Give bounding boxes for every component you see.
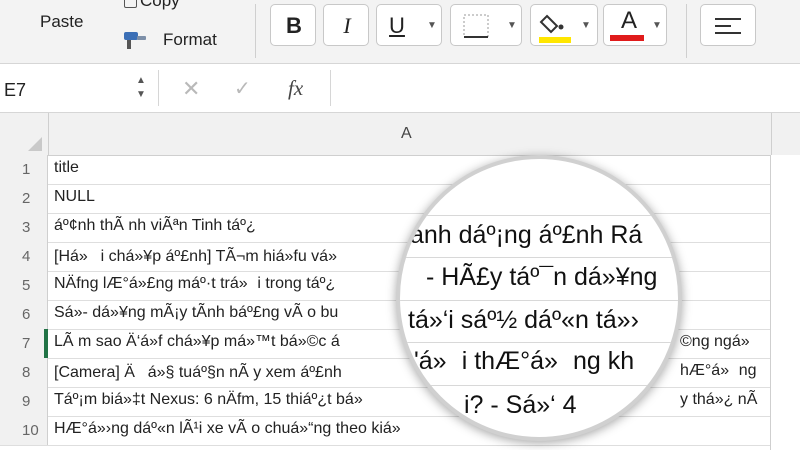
row-header[interactable]: 6 [0, 300, 48, 329]
row-number: 9 [22, 393, 31, 410]
selected-row-indicator [44, 329, 48, 358]
fill-color-swatch [539, 37, 571, 43]
cell-value[interactable]: LÃ m sao Ä‘á»f chá»¥p má»™t bá»©c á [54, 333, 340, 351]
align-left-icon [715, 18, 741, 34]
align-left-button[interactable] [700, 4, 756, 46]
magnified-gridline [400, 215, 678, 216]
row-number: 3 [22, 219, 31, 236]
cell-value[interactable]: áº¢nh thÃ nh viÃªn Tinh táº¿ [54, 217, 256, 235]
magnified-text: ảnh dáº¡ng áº£nh Rá [410, 221, 643, 249]
confirm-icon[interactable]: ✓ [234, 76, 251, 101]
magnifier-overlay: ảnh dáº¡ng áº£nh Rá - HÃ£y táº¯n dá»¥ng … [396, 155, 682, 441]
borders-icon [463, 14, 489, 38]
table-row[interactable]: 9 Táº¡m biá»‡t Nexus: 6 nÄfm, 15 thiáº¿t… [0, 387, 770, 417]
cell-value[interactable]: [Há»i chá»¥p áº£nh] TÃ¬m hiá»fu vá» [54, 246, 350, 267]
magnified-text: tá»‘i sáº½ dáº«n tá»› [408, 306, 639, 334]
formula-controls: ✕ ✓ fx [160, 70, 331, 106]
table-row[interactable]: 2 NULL [0, 184, 770, 214]
row-header[interactable]: 4 [0, 242, 48, 271]
cancel-icon[interactable]: ✕ [182, 76, 200, 102]
ribbon-divider [255, 4, 256, 58]
magnified-text: 'á»i thÆ°á»ng kh [414, 347, 635, 375]
underline-label: U [389, 13, 405, 38]
formula-bar: E7 ▲ ▼ ✕ ✓ fx [0, 64, 800, 113]
cell-value[interactable]: NÄfng lÆ°á»£ng máº·t trá»i trong táº¿ [54, 275, 335, 293]
cell-value[interactable]: title [54, 159, 79, 177]
underline-button[interactable]: U ▼ [376, 4, 442, 46]
row-number: 6 [22, 306, 31, 323]
row-header[interactable]: 9 [0, 387, 48, 416]
copy-icon [124, 0, 137, 8]
format-painter-button[interactable]: Format [163, 30, 217, 50]
name-box[interactable]: E7 ▲ ▼ [0, 70, 159, 106]
italic-button[interactable]: I [323, 4, 369, 46]
column-b-edge [770, 155, 800, 450]
row-number: 5 [22, 277, 31, 294]
magnified-text: i? - Sá»‘ 4 [464, 391, 577, 419]
row-header[interactable]: 10 [0, 416, 48, 445]
font-color-swatch [610, 35, 644, 41]
magnified-text: - HÃ£y táº¯n dá»¥ng [426, 263, 658, 291]
font-color-label: A [620, 7, 637, 34]
column-header-a[interactable]: A [48, 113, 772, 155]
format-painter-icon [124, 32, 146, 49]
row-number: 1 [22, 161, 31, 178]
row-header[interactable]: 2 [0, 184, 48, 213]
cell-overflow-text: ©ng ngá» [680, 333, 750, 350]
cell-value[interactable]: Sá»- dá»¥ng mÃ¡y tÃ­nh báº£ng vÃ o bu [54, 304, 338, 322]
magnified-gridline [400, 342, 678, 343]
paste-button[interactable]: Paste [40, 12, 83, 32]
italic-label: I [343, 13, 351, 38]
chevron-down-icon[interactable]: ▼ [581, 20, 591, 31]
font-color-button[interactable]: A ▼ [603, 4, 667, 46]
chevron-down-icon[interactable]: ▼ [507, 20, 517, 31]
cell-value[interactable]: [Camera] Äá»§ tuáº§n nÃ y xem áº£nh [54, 362, 342, 383]
select-all-icon[interactable] [28, 137, 42, 151]
row-header[interactable]: 1 [0, 155, 48, 184]
row-number: 4 [22, 248, 31, 265]
row-number: 7 [22, 335, 31, 352]
row-number: 8 [22, 364, 31, 381]
cell-value[interactable]: HÆ°á»›ng dáº«n lÃ¹i xe vÃ o chuá»“ng the… [54, 420, 401, 438]
insert-function-button[interactable]: fx [288, 76, 303, 101]
magnified-gridline [400, 385, 678, 386]
name-box-stepper-icon[interactable]: ▲ ▼ [136, 74, 146, 102]
table-row[interactable]: 1 title [0, 155, 770, 185]
ribbon-divider [686, 4, 687, 58]
copy-button[interactable]: Copy [140, 0, 180, 11]
row-header[interactable]: 3 [0, 213, 48, 242]
row-header[interactable]: 7 [0, 329, 48, 358]
cell-value[interactable]: NULL [54, 188, 95, 206]
magnified-gridline [400, 300, 678, 301]
cell-value[interactable]: Táº¡m biá»‡t Nexus: 6 nÄfm, 15 thiáº¿t b… [54, 391, 363, 409]
magnified-gridline [400, 257, 678, 258]
bold-label: B [286, 13, 302, 38]
name-box-value: E7 [4, 80, 27, 100]
chevron-down-icon[interactable]: ▼ [427, 20, 437, 31]
cell-overflow-text: y thá»¿ nÃ [680, 391, 758, 408]
table-row[interactable]: 10 HÆ°á»›ng dáº«n lÃ¹i xe vÃ o chuá»“ng … [0, 416, 770, 446]
ribbon: Paste Copy Format B I U ▼ ▼ ▼ A ▼ [0, 0, 800, 64]
chevron-down-icon[interactable]: ▼ [652, 20, 662, 31]
bold-button[interactable]: B [270, 4, 316, 46]
row-header[interactable]: 8 [0, 358, 48, 387]
row-number: 2 [22, 190, 31, 207]
column-header-label: A [401, 125, 412, 142]
paint-bucket-icon [539, 14, 571, 43]
row-number: 10 [22, 422, 39, 439]
row-header[interactable]: 5 [0, 271, 48, 300]
borders-button[interactable]: ▼ [450, 4, 522, 46]
cell-overflow-text: hÆ°á»ng [680, 362, 757, 379]
column-header-row: A [0, 113, 800, 156]
fill-color-button[interactable]: ▼ [530, 4, 598, 46]
